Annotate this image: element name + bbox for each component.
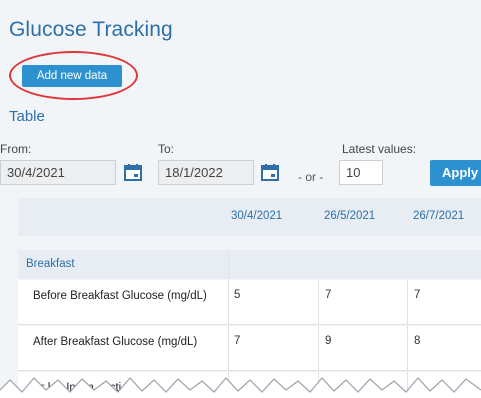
latest-values-label: Latest values: — [342, 142, 417, 156]
column-divider — [228, 280, 229, 324]
to-label: To: — [158, 142, 175, 156]
column-divider — [228, 326, 229, 370]
column-header[interactable]: 30/4/2021 — [231, 210, 282, 222]
table-row: Before Breakfast Glucose (mg/dL) 5 7 7 — [18, 280, 481, 325]
latest-values-input[interactable]: 10 — [339, 160, 383, 185]
table-cell[interactable]: 8 — [414, 335, 420, 347]
table-row: After Breakfast Glucose (mg/dL) 7 9 8 — [18, 326, 481, 371]
glucose-table: 30/4/2021 26/5/2021 26/7/2021 Breakfast … — [18, 198, 481, 398]
section-title-table: Table — [9, 108, 45, 125]
apply-button[interactable]: Apply — [430, 160, 481, 186]
calendar-icon[interactable] — [124, 164, 142, 181]
page-title: Glucose Tracking — [9, 18, 173, 41]
table-cell[interactable]: 9 — [325, 335, 331, 347]
column-divider — [407, 280, 408, 324]
row-label: After Breakfast Glucose (mg/dL) — [33, 336, 198, 348]
column-divider — [228, 250, 229, 279]
table-cell[interactable]: 7 — [325, 289, 331, 301]
column-divider — [318, 326, 319, 370]
column-divider — [407, 326, 408, 370]
to-date-input[interactable]: 18/1/2022 — [158, 160, 254, 185]
column-header[interactable]: 26/7/2021 — [413, 210, 464, 222]
column-divider — [318, 280, 319, 324]
column-header[interactable]: 26/5/2021 — [324, 210, 375, 222]
torn-edge-decoration — [0, 377, 481, 398]
from-label: From: — [0, 142, 32, 156]
group-label: Breakfast — [26, 258, 75, 270]
row-label: Before Breakfast Glucose (mg/dL) — [33, 290, 207, 302]
from-date-input[interactable]: 30/4/2021 — [0, 160, 116, 185]
table-header: 30/4/2021 26/5/2021 26/7/2021 — [18, 198, 481, 236]
add-new-data-button[interactable]: Add new data — [22, 65, 122, 87]
or-separator: - or - — [298, 170, 324, 184]
table-cell[interactable]: 5 — [234, 289, 240, 301]
table-cell[interactable]: 7 — [414, 289, 420, 301]
calendar-icon[interactable] — [261, 164, 279, 181]
table-cell[interactable]: 7 — [234, 335, 240, 347]
group-row-breakfast: Breakfast — [18, 250, 481, 279]
